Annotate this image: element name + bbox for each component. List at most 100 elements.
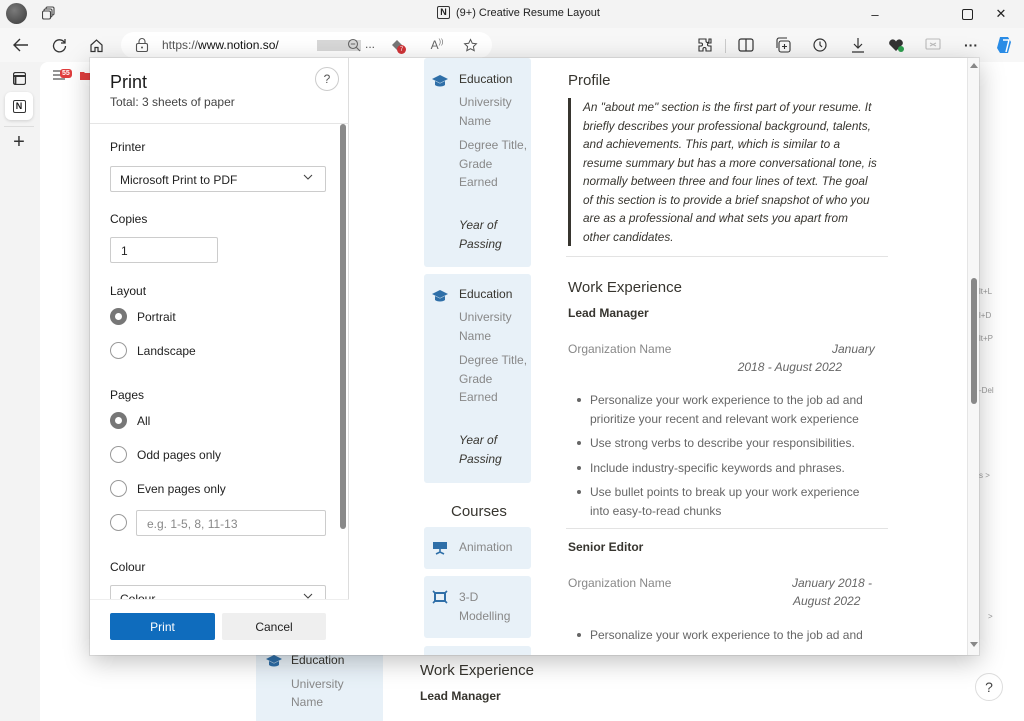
graduation-cap-icon [266,655,282,667]
menu-shortcut: > [988,612,993,621]
settings-scrollbar-thumb[interactable] [340,124,346,529]
copilot-icon [997,37,1011,53]
job-date: August 2022 [793,594,861,608]
preview-scrollbar[interactable] [967,58,979,655]
lock-icon[interactable] [135,37,149,53]
screenshot-button[interactable] [922,34,944,56]
preview-scrollbar-thumb[interactable] [971,278,977,404]
print-preview: Education University Name Degree Title, … [350,58,979,655]
background-context-menu: lt+L l+D lt+P -Del s > > [975,94,1007,624]
radio-landscape[interactable] [110,342,127,359]
favorite-button[interactable] [461,36,479,54]
radio-custom-pages[interactable] [110,514,127,531]
print-header: Print Total: 3 sheets of paper ? [90,58,349,124]
printer-select[interactable]: Microsoft Print to PDF [110,166,326,192]
star-icon [462,37,478,52]
cancel-button[interactable]: Cancel [222,613,326,640]
address-bar[interactable]: https://www.notion.so/ ... 7 A)) [121,32,492,58]
print-button[interactable]: Print [110,613,215,640]
extension-badge: 7 [397,45,406,54]
notification-badge: 55 [60,69,72,78]
tab-notion[interactable]: N [5,92,33,120]
collections-button[interactable] [772,34,794,56]
university-name: University Name [459,95,512,128]
help-button[interactable]: ? [975,673,1003,701]
radio-all-pages[interactable] [110,412,127,429]
job-title: Senior Editor [568,540,644,554]
colour-select[interactable]: Colour [110,585,326,599]
plus-icon: + [13,130,25,153]
layout-landscape-option[interactable]: Landscape [110,342,196,359]
radio-odd-pages[interactable] [110,446,127,463]
more-options-button[interactable]: ··· [960,34,982,56]
organization-name: Organization Name [568,342,672,356]
even-pages-label: Even pages only [137,481,226,496]
split-screen-button[interactable] [735,34,757,56]
extension-button[interactable]: 7 [388,36,406,54]
profile-avatar[interactable] [6,3,27,24]
custom-pages-input[interactable]: e.g. 1-5, 8, 11-13 [136,510,326,536]
radio-even-pages[interactable] [110,480,127,497]
print-help-button[interactable]: ? [315,67,339,91]
read-aloud-button[interactable]: A)) [428,36,446,54]
layout-label: Layout [110,284,147,298]
copies-input[interactable]: 1 [110,237,218,263]
colour-label: Colour [110,560,146,574]
education-card: Education University Name Degree Title, … [424,274,531,483]
landscape-label: Landscape [137,343,196,358]
refresh-button[interactable] [48,34,70,56]
degree-title: Degree Title, Grade Earned [459,138,528,189]
extensions-button[interactable] [694,34,716,56]
sheet-count: Total: 3 sheets of paper [110,95,235,109]
pages-even-option[interactable]: Even pages only [110,480,226,497]
home-button[interactable] [85,34,107,56]
printer-label: Printer [110,140,146,154]
screenshot-icon [925,38,941,50]
browser-essentials-button[interactable] [885,34,907,56]
minimize-button[interactable]: – [852,0,898,28]
close-window-button[interactable]: ✕ [978,0,1024,28]
pages-odd-option[interactable]: Odd pages only [110,446,221,463]
back-button[interactable] [10,34,32,56]
course-name: 3-D Modelling [459,590,511,623]
university-name: University Name [459,310,512,343]
zoom-out-button[interactable] [345,36,363,54]
bullet-item: Use strong verbs to describe your respon… [572,434,882,453]
tab-actions-button[interactable] [5,64,33,92]
split-screen-icon [738,38,754,52]
bullet-item: Personalize your work experience to the … [572,626,882,645]
menu-shortcut: lt+L [979,287,993,296]
heart-pulse-icon [889,39,904,52]
url-text: https://www.notion.so/ [162,38,279,52]
menu-shortcut: s > [979,471,990,480]
work-experience-title: Work Experience [568,279,682,296]
window-title-text: (9+) Creative Resume Layout [456,6,600,19]
copilot-button[interactable] [994,34,1016,56]
downloads-button[interactable] [847,34,869,56]
toolbar-divider [725,39,726,53]
sidebar-divider [4,126,34,127]
graduation-cap-icon [432,290,448,302]
bullet-item: Personalize your work experience to the … [572,391,882,428]
settings-scrollbar[interactable] [340,124,346,599]
home-icon [89,38,103,52]
pages-custom-option[interactable] [110,514,127,531]
history-button[interactable] [809,34,831,56]
layout-portrait-option[interactable]: Portrait [110,308,176,325]
pages-all-option[interactable]: All [110,412,150,429]
radio-portrait[interactable] [110,308,127,325]
workspaces-icon[interactable] [42,6,56,20]
title-bar: N (9+) Creative Resume Layout – ✕ [0,0,1024,28]
collections-icon [776,37,791,53]
chevron-down-icon [303,174,313,180]
background-work-title: Work Experience [420,662,534,679]
education-card: Education University Name Degree Title, … [424,58,531,267]
scroll-down-arrow[interactable] [970,642,978,647]
job-bullets: Personalize your work experience to the … [572,626,882,651]
organization-name: Organization Name [568,576,672,590]
tab-panel-icon [12,71,26,85]
scroll-up-arrow[interactable] [970,63,978,68]
presentation-icon [433,542,447,555]
new-tab-button[interactable]: + [5,128,33,156]
background-education-title: Education [291,653,345,667]
